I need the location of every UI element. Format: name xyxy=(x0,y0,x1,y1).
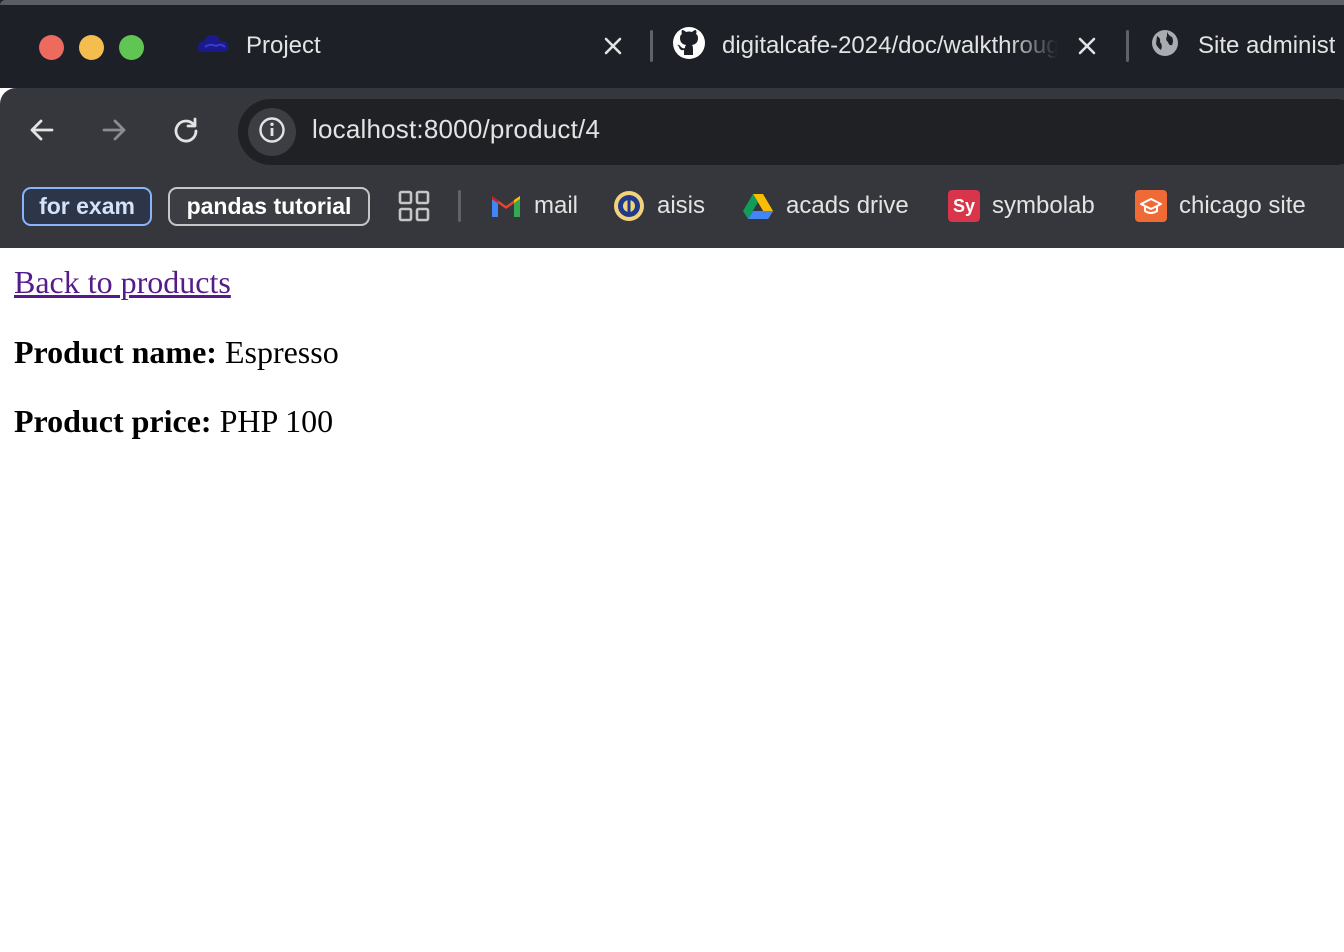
zoom-window-button[interactable] xyxy=(119,35,144,60)
aisis-seal-icon xyxy=(613,190,645,222)
bookmark-symbolab[interactable]: Sy symbolab xyxy=(948,186,1095,226)
tab-github[interactable]: digitalcafe-2024/doc/walkthrough xyxy=(672,20,1110,72)
reload-button[interactable] xyxy=(166,112,206,152)
tab-title: digitalcafe-2024/doc/walkthrough xyxy=(722,32,1058,59)
bookmark-label: mail xyxy=(534,192,579,219)
bookmark-aisis[interactable]: aisis xyxy=(613,186,705,226)
info-icon xyxy=(258,116,286,149)
gmail-icon xyxy=(490,190,522,222)
minimize-window-button[interactable] xyxy=(79,35,104,60)
close-icon[interactable] xyxy=(598,31,628,61)
page-content: Back to products Product name: Espresso … xyxy=(0,248,1344,952)
product-price-label: Product price: xyxy=(14,403,220,439)
window-top-edge xyxy=(0,0,1344,5)
product-name-label: Product name: xyxy=(14,334,225,370)
bookmark-label: chicago site xyxy=(1179,192,1306,219)
tab-group-for-exam[interactable]: for exam xyxy=(22,187,152,226)
tab-title: Site administ xyxy=(1198,32,1336,59)
tab-site-administration[interactable]: Site administ xyxy=(1150,20,1344,72)
tab-group-pandas-tutorial[interactable]: pandas tutorial xyxy=(168,187,370,226)
product-name-row: Product name: Espresso xyxy=(14,334,339,371)
bookmark-label: symbolab xyxy=(992,192,1095,219)
cloud-icon xyxy=(196,30,230,63)
url-text[interactable]: localhost:8000/product/4 xyxy=(312,114,600,145)
tab-separator xyxy=(650,30,653,62)
arrow-right-icon xyxy=(100,116,128,149)
arrow-left-icon xyxy=(28,116,56,149)
google-drive-icon xyxy=(742,190,774,222)
chicago-cap-icon xyxy=(1135,190,1167,222)
github-icon xyxy=(672,26,706,67)
tab-separator xyxy=(1126,30,1129,62)
tab-project[interactable]: Project xyxy=(196,20,636,72)
site-info-button[interactable] xyxy=(248,108,296,156)
forward-button[interactable] xyxy=(94,112,134,152)
close-icon[interactable] xyxy=(1072,31,1102,61)
product-price-row: Product price: PHP 100 xyxy=(14,403,333,440)
symbolab-icon: Sy xyxy=(948,190,980,222)
bookmark-chicago-site[interactable]: chicago site xyxy=(1135,186,1306,226)
bookmark-acads-drive[interactable]: acads drive xyxy=(742,186,909,226)
bookmarks-separator xyxy=(458,190,461,222)
back-to-products-link[interactable]: Back to products xyxy=(14,264,231,301)
product-name-value: Espresso xyxy=(224,334,339,370)
product-price-value: PHP 100 xyxy=(219,403,334,439)
reload-icon xyxy=(172,116,200,149)
back-button[interactable] xyxy=(22,112,62,152)
tab-strip: Project digitalcafe-2024/doc/walkthrough… xyxy=(0,0,1344,88)
close-window-button[interactable] xyxy=(39,35,64,60)
bookmark-label: aisis xyxy=(657,192,706,219)
bookmark-mail[interactable]: mail xyxy=(490,186,578,226)
tab-title: Project xyxy=(246,32,321,59)
globe-icon xyxy=(1150,28,1180,65)
bookmark-label: acads drive xyxy=(786,192,909,219)
apps-grid-icon[interactable] xyxy=(398,190,430,222)
